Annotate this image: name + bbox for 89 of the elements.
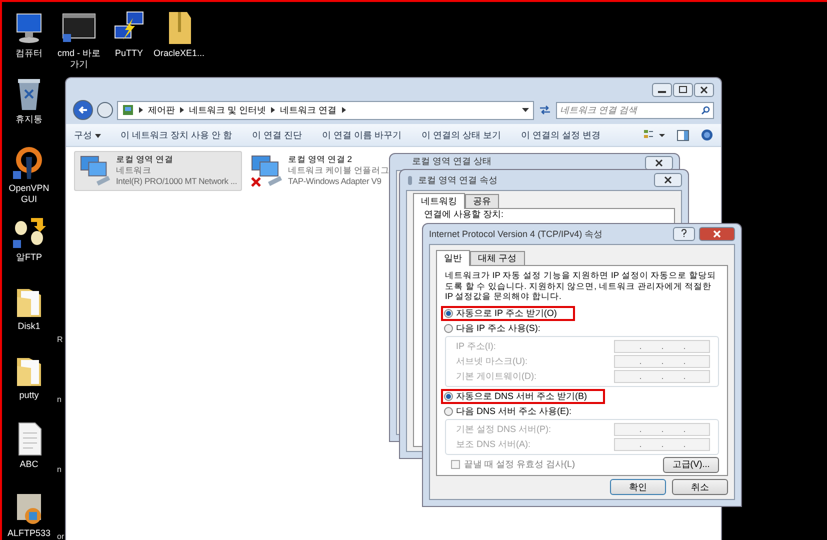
close-icon[interactable] <box>664 176 672 184</box>
connection-name: 로컬 영역 연결 <box>116 154 174 165</box>
ip-address-field[interactable] <box>614 438 710 450</box>
field-label: IP 주소(I): <box>456 340 496 352</box>
desktop-icon-label[interactable]: or <box>57 532 64 540</box>
close-button[interactable] <box>645 156 673 170</box>
help-button[interactable] <box>673 227 695 241</box>
breadcrumb-item[interactable]: 네트워크 연결 <box>280 104 337 116</box>
dialog-title: 로컬 영역 연결 속성 <box>418 174 498 186</box>
toolbar-command[interactable]: 이 네트워크 장치 사용 안 함 <box>120 128 232 142</box>
dropdown-caret-icon[interactable] <box>522 108 529 112</box>
network-adapter-icon <box>79 154 112 188</box>
chevron-icon[interactable] <box>271 107 276 113</box>
desktop-icon-label[interactable]: ALFTP533 <box>7 528 51 539</box>
network-connection-item[interactable]: 로컬 영역 연결 네트워크 Intel(R) PRO/1000 MT Network ... <box>74 151 242 191</box>
desktop-icon-label[interactable]: OpenVPN GUI <box>3 183 55 205</box>
network-folder-icon <box>122 104 134 116</box>
ok-button[interactable]: 확인 <box>610 479 666 495</box>
device-label: 연결에 사용할 장치: <box>424 209 505 219</box>
dialog-title: 로컬 영역 연결 상태 <box>411 156 492 166</box>
close-button[interactable] <box>699 227 735 241</box>
desktop-icon-label[interactable]: n <box>57 395 62 404</box>
desktop-icon-label[interactable]: 휴지통 <box>16 114 42 125</box>
close-button[interactable] <box>654 173 682 187</box>
desktop-icon-label[interactable]: n <box>57 465 62 474</box>
connection-status: 네트워크 <box>116 165 152 176</box>
breadcrumb-item[interactable]: 제어판 <box>148 104 175 116</box>
breadcrumb-item[interactable]: 네트워크 및 인터넷 <box>189 104 266 116</box>
search-icon[interactable] <box>701 106 710 114</box>
search-field[interactable]: 네트워크 연결 검색 <box>556 102 714 118</box>
desktop-icon-label[interactable]: cmd - 바로 가기 <box>53 48 105 70</box>
desktop-icon-label[interactable]: R <box>57 335 63 344</box>
highlighted-radio-option[interactable]: 자동으로 IP 주소 받기(O) <box>441 306 575 320</box>
network-adapter-icon <box>250 154 284 188</box>
description-text: 네트워크가 IP 자동 설정 기능을 지원하면 IP 설정이 자동으로 할당되도록 할 수 있습니다. 지원하지 않으면, 네트워크 관리자에게 적절한 IP 설정값을 문의해야 합니다. <box>445 270 718 302</box>
tab[interactable]: 공유 <box>465 194 499 208</box>
ip-address-field[interactable] <box>614 422 710 436</box>
adapter-name: TAP-Windows Adapter V9 <box>288 176 382 187</box>
chevron-icon[interactable] <box>342 107 346 113</box>
view-options-icon[interactable] <box>643 129 665 141</box>
minimize-button[interactable] <box>652 82 672 96</box>
desktop-icon-label[interactable]: 알FTP <box>16 252 42 263</box>
desktop-icon-label[interactable]: putty <box>19 390 39 401</box>
desktop-icon-label[interactable]: PuTTY <box>114 48 143 59</box>
advanced-button[interactable]: 고급(V)... <box>663 456 719 472</box>
tab[interactable]: 일반 <box>436 250 470 266</box>
field-label: 기본 설정 DNS 서버(P): <box>456 422 552 436</box>
ip-address-field[interactable] <box>614 370 710 382</box>
back-button[interactable] <box>73 100 93 120</box>
ip-address-field[interactable] <box>614 340 710 352</box>
close-icon[interactable] <box>655 159 663 167</box>
toolbar-command[interactable]: 이 연결 진단 <box>252 128 302 142</box>
toolbar-command[interactable]: 이 연결의 설정 변경 <box>521 128 601 142</box>
close-icon[interactable] <box>700 86 708 94</box>
maximize-button[interactable] <box>673 82 693 96</box>
desktop-icon-label[interactable]: OracleXE1... <box>153 48 205 59</box>
desktop-icon-label[interactable]: Disk1 <box>18 321 40 332</box>
tab[interactable]: 네트워킹 <box>413 193 465 209</box>
chevron-icon[interactable] <box>139 107 143 113</box>
chevron-icon[interactable] <box>180 107 184 113</box>
connection-name: 로컬 영역 연결 2 <box>288 154 353 165</box>
network-connection-item[interactable]: 로컬 영역 연결 2 네트워크 케이블 언플러그 TAP-Windows Adapter V9 <box>245 151 413 191</box>
field-label: 기본 게이트웨이(D): <box>456 370 536 382</box>
cancel-button[interactable]: 취소 <box>672 479 728 495</box>
maximize-icon[interactable] <box>679 86 687 93</box>
desktop-icon-label[interactable]: ABC <box>20 459 38 470</box>
toolbar-command[interactable]: 이 연결의 상태 보기 <box>422 128 502 142</box>
adapter-name: Intel(R) PRO/1000 MT Network ... <box>116 176 237 187</box>
forward-button[interactable] <box>97 102 113 118</box>
desktop-icon-label[interactable]: 컴퓨터 <box>16 48 42 59</box>
connection-status: 네트워크 케이블 언플러그 <box>288 165 390 176</box>
caret-icon[interactable] <box>94 134 101 138</box>
help-icon[interactable] <box>701 129 713 141</box>
refresh-icon[interactable] <box>538 104 552 116</box>
field-label: 보조 DNS 서버(A): <box>456 438 531 450</box>
radio-option[interactable]: 다음 IP 주소 사용(S): <box>441 320 558 336</box>
back-arrow-icon[interactable] <box>78 105 88 115</box>
ip-address-field[interactable] <box>614 354 710 368</box>
address-bar[interactable]: 제어판 네트워크 및 인터넷 네트워크 연결 <box>117 100 534 120</box>
toolbar-command[interactable]: 이 연결 이름 바꾸기 <box>322 128 402 142</box>
preview-pane-icon[interactable] <box>677 130 689 140</box>
dialog-title: Internet Protocol Version 4 (TCP/IPv4) 속성 <box>429 228 603 240</box>
close-button[interactable] <box>694 82 714 96</box>
toolbar-menu[interactable]: 구성 <box>74 128 101 142</box>
highlighted-radio-option[interactable]: 자동으로 DNS 서버 주소 받기(B) <box>441 388 606 404</box>
question-mark-icon[interactable] <box>681 229 687 237</box>
field-label: 서브넷 마스크(U): <box>456 354 528 368</box>
tab[interactable]: 대체 구성 <box>470 251 525 265</box>
radio-option[interactable]: 다음 DNS 서버 주소 사용(E): <box>441 404 590 418</box>
